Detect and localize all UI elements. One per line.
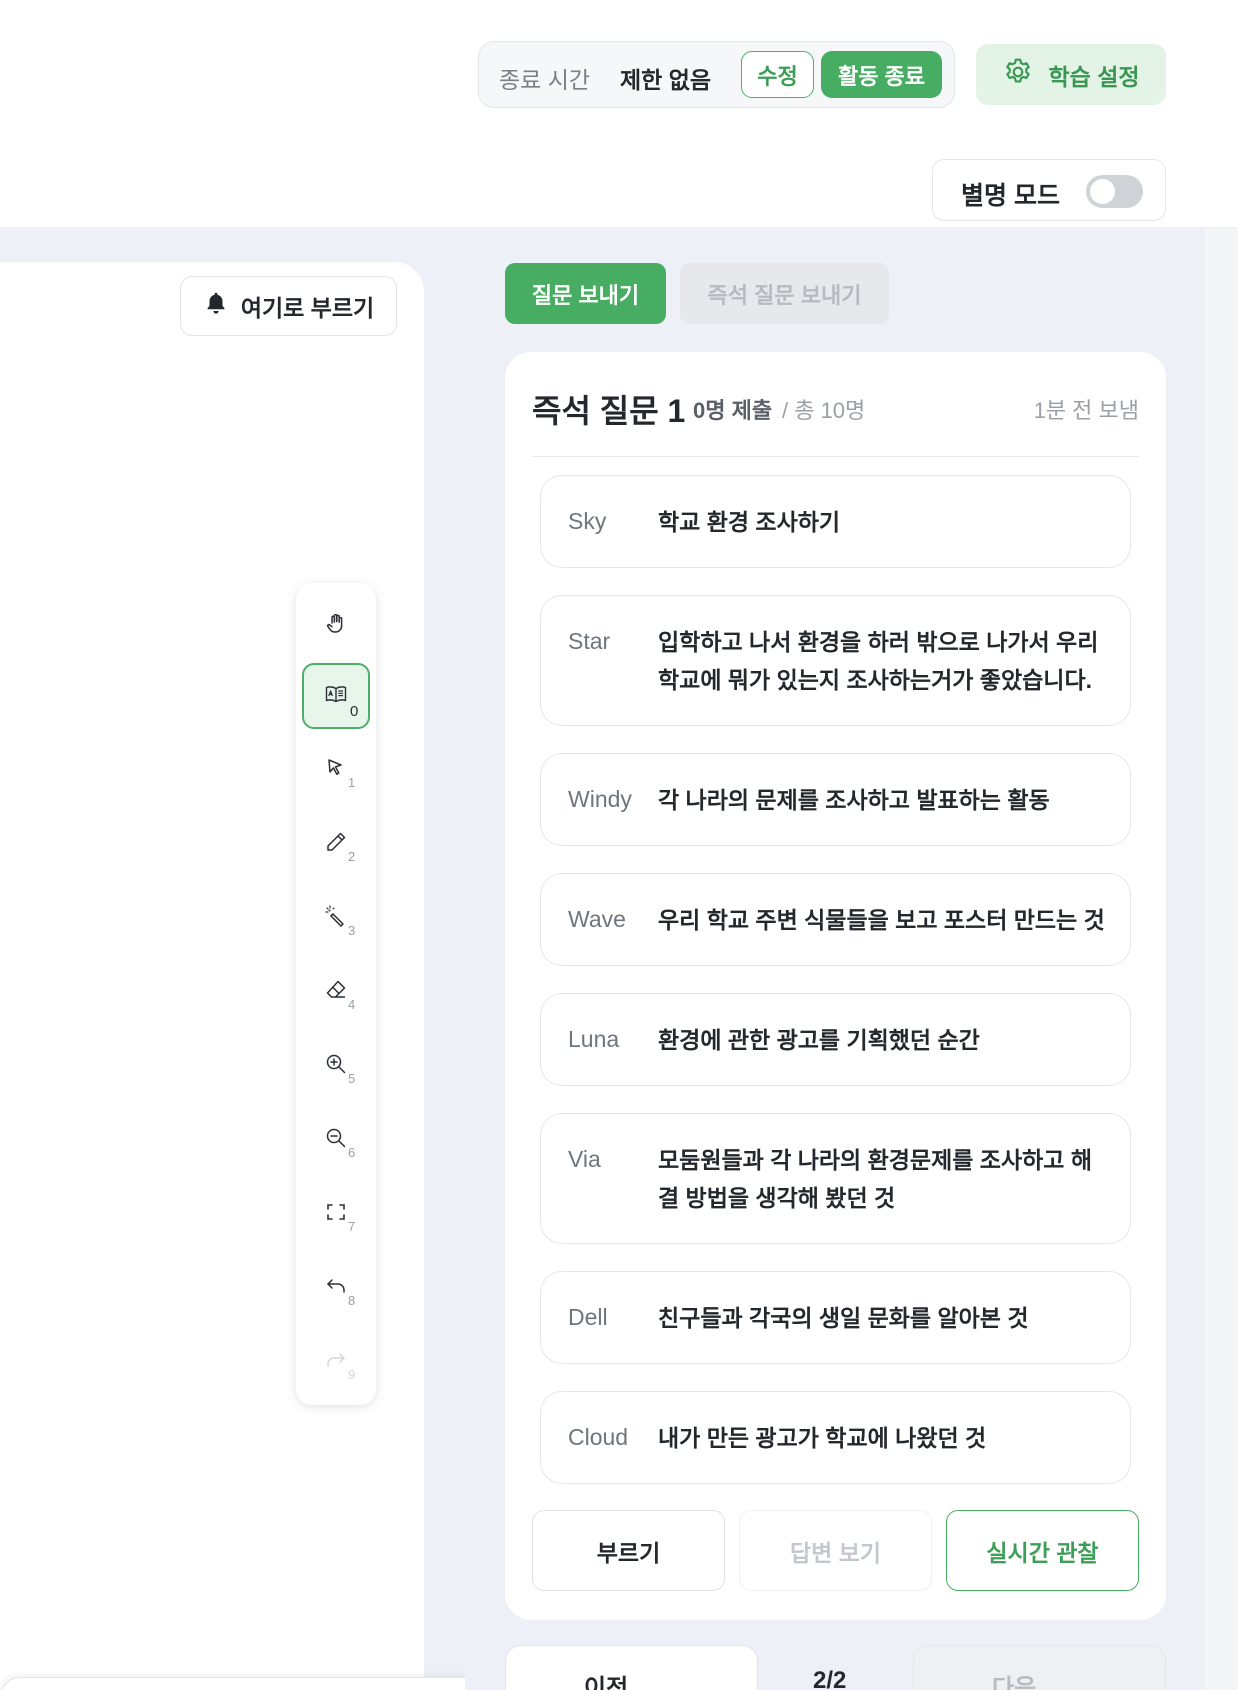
alias-mode-label: 별명 모드 (961, 182, 1060, 210)
tool-select[interactable]: 1 (302, 737, 370, 803)
learning-settings-button[interactable]: 학습 설정 (976, 44, 1166, 105)
answer-text: 각 나라의 문제를 조사하고 발표하는 활동 (658, 787, 1050, 813)
tool-redo[interactable]: 9 (302, 1329, 370, 1395)
call-button[interactable]: 부르기 (532, 1510, 725, 1591)
scrollbar-track[interactable] (1205, 228, 1238, 1690)
answer-card[interactable]: Star 입학하고 나서 환경을 하러 밖으로 나가서 우리 학교에 뭐가 있는… (540, 595, 1131, 726)
tool-shortcut-number: 5 (348, 1071, 356, 1086)
sent-time: 1분 전 보냄 (1033, 398, 1139, 423)
answer-card[interactable]: Dell 친구들과 각국의 생일 문화를 알아본 것 (540, 1271, 1131, 1364)
tool-shortcut-number: 6 (348, 1145, 356, 1160)
next-page-label: 다음 (992, 1675, 1037, 1690)
undo-icon (324, 1274, 348, 1303)
next-page-button[interactable]: 다음 (913, 1645, 1166, 1690)
answer-text: 입학하고 나서 환경을 하러 밖으로 나가서 우리 학교에 뭐가 있는지 조사하… (658, 629, 1099, 693)
page-indicator: 2/2 (813, 1667, 847, 1690)
answer-card[interactable]: Wave 우리 학교 주변 식물들을 보고 포스터 만드는 것 (540, 873, 1131, 966)
bell-icon (203, 290, 229, 322)
pencil-icon (324, 830, 348, 859)
learning-settings-label: 학습 설정 (1048, 63, 1140, 90)
answer-author: Windy (568, 786, 632, 812)
dictionary-icon (324, 682, 348, 711)
submitted-count: 0명 제출 (693, 398, 773, 423)
zoom-in-icon (324, 1052, 348, 1081)
tool-shortcut-number: 9 (348, 1367, 356, 1382)
send-question-button[interactable]: 질문 보내기 (505, 263, 666, 324)
answer-author: Sky (568, 508, 607, 534)
answer-author: Wave (568, 906, 626, 932)
answer-card[interactable]: Luna 환경에 관한 광고를 기획했던 순간 (540, 993, 1131, 1086)
toggle-knob (1090, 179, 1115, 204)
call-here-button[interactable]: 여기로 부르기 (180, 276, 397, 336)
tool-dictionary[interactable]: 0 (302, 663, 370, 729)
cursor-icon (324, 756, 348, 785)
tool-shortcut-number: 1 (348, 775, 356, 790)
answer-author: Luna (568, 1026, 620, 1052)
question-title: 즉석 질문 1 (532, 393, 686, 429)
edit-time-button[interactable]: 수정 (741, 51, 814, 98)
answer-card[interactable]: Via 모둠원들과 각 나라의 환경문제를 조사하고 해결 방법을 생각해 봤던… (540, 1113, 1131, 1244)
tool-pencil[interactable]: 2 (302, 811, 370, 877)
drawing-toolbar: 0 1 2 3 4 5 6 7 8 9 (296, 583, 376, 1405)
answer-author: Cloud (568, 1424, 629, 1450)
live-watch-button[interactable]: 실시간 관찰 (946, 1510, 1139, 1591)
fit-screen-icon (324, 1200, 348, 1229)
tool-eraser[interactable]: 4 (302, 959, 370, 1025)
tool-zoom-in[interactable]: 5 (302, 1033, 370, 1099)
top-header: 종료 시간 제한 없음 수정 활동 종료 학습 설정 별명 모드 (0, 0, 1238, 228)
answer-text: 학교 환경 조사하기 (658, 509, 841, 535)
tool-hand[interactable] (302, 592, 370, 658)
end-time-group: 종료 시간 제한 없음 수정 활동 종료 (478, 41, 955, 108)
answer-card[interactable]: Sky 학교 환경 조사하기 (540, 475, 1131, 568)
tool-shortcut-number: 0 (350, 703, 359, 720)
eraser-icon (324, 978, 348, 1007)
call-here-label: 여기로 부르기 (240, 295, 375, 321)
divider (532, 456, 1139, 457)
alias-mode-toggle[interactable] (1086, 175, 1143, 208)
send-quick-question-button[interactable]: 즉석 질문 보내기 (680, 263, 889, 324)
answer-text: 환경에 관한 광고를 기획했던 순간 (658, 1027, 980, 1053)
alias-mode-box: 별명 모드 (932, 159, 1166, 221)
answer-author: Star (568, 628, 611, 654)
tool-shortcut-number: 7 (348, 1219, 356, 1234)
tool-shortcut-number: 3 (348, 923, 356, 938)
answer-author: Via (568, 1146, 601, 1172)
answer-text: 친구들과 각국의 생일 문화를 알아본 것 (658, 1305, 1029, 1331)
view-answers-button[interactable]: 답변 보기 (739, 1510, 932, 1591)
tool-fit-screen[interactable]: 7 (302, 1181, 370, 1247)
prev-page-button[interactable]: 이전 (505, 1645, 758, 1690)
zoom-out-icon (324, 1126, 348, 1155)
answer-text: 우리 학교 주변 식물들을 보고 포스터 만드는 것 (658, 907, 1105, 933)
total-count: / 총 10명 (782, 398, 866, 423)
answer-author: Dell (568, 1304, 608, 1330)
prev-page-label: 이전 (584, 1675, 629, 1690)
question-card: 즉석 질문 1 0명 제출 / 총 10명 1분 전 보냄 Sky 학교 환경 … (505, 352, 1166, 1620)
end-activity-button[interactable]: 활동 종료 (821, 51, 942, 98)
tool-shortcut-number: 4 (348, 997, 356, 1012)
tool-zoom-out[interactable]: 6 (302, 1107, 370, 1173)
magic-pen-icon (324, 904, 348, 933)
gear-icon (1002, 56, 1034, 94)
tool-undo[interactable]: 8 (302, 1255, 370, 1321)
hand-icon (324, 611, 348, 640)
tool-magic-pen[interactable]: 3 (302, 885, 370, 951)
tool-shortcut-number: 8 (348, 1293, 356, 1308)
answer-text: 모둠원들과 각 나라의 환경문제를 조사하고 해결 방법을 생각해 봤던 것 (658, 1147, 1092, 1211)
answer-card[interactable]: Windy 각 나라의 문제를 조사하고 발표하는 활동 (540, 753, 1131, 846)
redo-icon (324, 1348, 348, 1377)
answer-card[interactable]: Cloud 내가 만든 광고가 학교에 나왔던 것 (540, 1391, 1131, 1484)
end-time-value: 제한 없음 (620, 67, 712, 93)
answer-text: 내가 만든 광고가 학교에 나왔던 것 (658, 1425, 987, 1451)
tool-shortcut-number: 2 (348, 849, 356, 864)
end-time-label: 종료 시간 (499, 67, 591, 93)
